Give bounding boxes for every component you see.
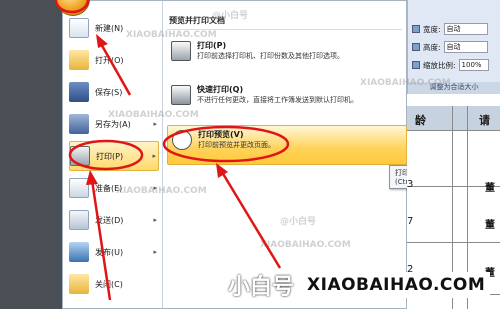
magnifier-icon	[172, 130, 192, 150]
send-command-label: 发送(D)	[95, 215, 124, 225]
new-command-label: 新建(N)	[95, 23, 124, 33]
watermark-text: @小白号	[212, 11, 249, 21]
send-mail-icon	[69, 210, 89, 230]
publish-command-label: 发布(U)	[95, 247, 124, 257]
header-cell-age: 龄	[415, 114, 426, 127]
table-cell[interactable]: 董	[485, 216, 495, 231]
row-divider	[407, 130, 500, 131]
send-command[interactable]: 发送(D) ▸	[69, 205, 159, 235]
print-command-label: 打印(P)	[96, 151, 124, 161]
scale-label: 缩放比例:	[423, 60, 456, 70]
watermark-text: XIAOBAIHAO.COM	[108, 110, 199, 120]
brand-name-cn: 小白号	[228, 275, 295, 300]
printer-icon	[70, 146, 90, 166]
table-cell[interactable]: 3	[407, 179, 413, 190]
height-row: 高度: 自动	[412, 40, 488, 54]
window-background	[0, 0, 62, 309]
chevron-right-icon: ▸	[153, 248, 157, 256]
chevron-right-icon: ▸	[152, 152, 156, 160]
width-row: 宽度: 自动	[412, 22, 488, 36]
row-divider	[407, 242, 500, 243]
scale-row: 缩放比例: 100%	[412, 58, 489, 72]
quick-print-icon	[171, 85, 191, 105]
brand-name-en: XIAOBAIHAO.COM	[302, 272, 491, 298]
quick-print-option-title: 快速打印(Q)	[197, 85, 244, 94]
broadcast-icon	[198, 275, 224, 295]
save-command-label: 保存(S)	[95, 87, 123, 97]
watermark-text: XIAOBAIHAO.COM	[260, 240, 351, 250]
publish-command[interactable]: 发布(U) ▸	[69, 237, 159, 267]
height-select[interactable]: 自动	[443, 41, 488, 53]
watermark-text: @小白号	[280, 217, 317, 227]
print-option-desc: 打印前选择打印机、打印份数及其他打印选项。	[197, 52, 344, 60]
open-command[interactable]: 打开(O)	[69, 45, 159, 75]
print-preview-option[interactable]: 打印预览(V) 打印前预览并更改页面。	[167, 125, 407, 165]
open-command-label: 打开(O)	[95, 55, 124, 65]
office-menu-commands: 新建(N) 打开(O) 保存(S) 另存为(A) ▸ 打印(P) ▸ 准备(E)…	[63, 1, 163, 308]
new-document-icon	[69, 18, 89, 38]
print-preview-option-title: 打印预览(V)	[198, 130, 244, 139]
width-icon	[412, 25, 420, 33]
header-cell-b: 请	[479, 114, 490, 127]
print-option[interactable]: 打印(P) 打印前选择打印机、打印份数及其他打印选项。	[167, 37, 407, 77]
floppy-disk-icon	[69, 82, 89, 102]
scale-input[interactable]: 100%	[458, 59, 489, 71]
chevron-right-icon: ▸	[153, 120, 157, 128]
scale-icon	[412, 61, 420, 69]
site-brand: 小白号 XIAOBAIHAO.COM	[198, 270, 500, 300]
height-label: 高度:	[423, 42, 441, 52]
width-label: 宽度:	[423, 24, 441, 34]
close-command-label: 关闭(C)	[95, 279, 123, 289]
print-option-title: 打印(P)	[197, 41, 227, 50]
save-as-command-label: 另存为(A)	[95, 119, 131, 129]
watermark-text: XIAOBAIHAO.COM	[116, 186, 207, 196]
close-command[interactable]: 关闭(C)	[69, 269, 159, 299]
print-preview-option-desc: 打印前预览并更改页面。	[198, 141, 275, 149]
prepare-icon	[69, 178, 89, 198]
office-menu: 新建(N) 打开(O) 保存(S) 另存为(A) ▸ 打印(P) ▸ 准备(E)…	[62, 0, 434, 309]
save-as-icon	[69, 114, 89, 134]
print-submenu: 预览并打印文档 打印(P) 打印前选择打印机、打印份数及其他打印选项。 快速打印…	[163, 1, 434, 308]
folder-icon	[69, 50, 89, 70]
save-command[interactable]: 保存(S)	[69, 77, 159, 107]
print-command[interactable]: 打印(P) ▸	[69, 141, 159, 171]
publish-icon	[69, 242, 89, 262]
printer-icon	[171, 41, 191, 61]
table-cell[interactable]: 董	[485, 179, 495, 194]
quick-print-option-desc: 不进行任何更改，直接将工作簿发送到默认打印机。	[197, 96, 358, 104]
width-select[interactable]: 自动	[443, 23, 488, 35]
table-cell[interactable]: 7	[407, 216, 413, 227]
chevron-right-icon: ▸	[153, 216, 157, 224]
watermark-text: XIAOBAIHAO.COM	[360, 78, 451, 88]
height-icon	[412, 43, 420, 51]
close-folder-icon	[69, 274, 89, 294]
watermark-text: XIAOBAIHAO.COM	[126, 30, 217, 40]
